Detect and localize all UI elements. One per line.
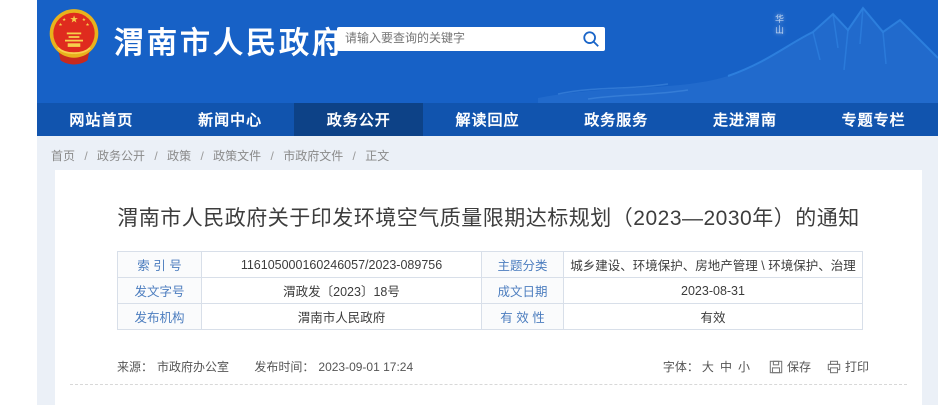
table-row: 发布机构 渭南市人民政府 有 效 性 有效 (118, 304, 863, 330)
font-size-large-button[interactable]: 大 (702, 358, 714, 375)
save-button[interactable]: 保存 (769, 358, 811, 375)
nav-item-gov-affairs[interactable]: 政务公开 (294, 103, 423, 136)
svg-text:★: ★ (58, 22, 62, 27)
breadcrumb-current: 正文 (365, 149, 389, 163)
save-floppy-icon (769, 360, 783, 374)
svg-text:★: ★ (70, 15, 79, 26)
table-row: 发文字号 渭政发〔2023〕18号 成文日期 2023-08-31 (118, 278, 863, 304)
national-emblem-icon: ★ ★ ★ ★ ★ (47, 8, 101, 71)
nav-item-home[interactable]: 网站首页 (37, 103, 166, 136)
huashan-mountain-art (538, 0, 938, 103)
breadcrumb-separator: / (271, 149, 274, 163)
breadcrumb-policy[interactable]: 政策 (167, 149, 191, 163)
nav-item-services[interactable]: 政务服务 (552, 103, 681, 136)
print-button[interactable]: 打印 (827, 358, 869, 375)
article-meta-row: 来源： 市政府办公室 发布时间： 2023-09-01 17:24 字体： 大 中 … (117, 358, 869, 375)
source-label: 来源： (117, 360, 153, 374)
validity-label: 有 效 性 (482, 304, 564, 330)
publish-time-value: 2023-09-01 17:24 (318, 360, 413, 374)
breadcrumb-separator: / (84, 149, 87, 163)
issue-date-label: 成文日期 (482, 278, 564, 304)
site-title: 渭南市人民政府 (114, 18, 345, 62)
breadcrumb: 首页 / 政务公开 / 政策 / 政策文件 / 市政府文件 / 正文 (51, 147, 389, 164)
source-value: 市政府办公室 (157, 360, 229, 374)
doc-number-value: 渭政发〔2023〕18号 (202, 278, 482, 304)
table-row: 索 引 号 116105000160246057/2023-089756 主题分… (118, 252, 863, 278)
site-header: ★ ★ ★ ★ ★ 渭南市人民政府 华山 (37, 0, 938, 103)
print-icon (827, 360, 841, 374)
article-tools: 字体： 大 中 小 保存 (663, 358, 869, 375)
breadcrumb-separator: / (353, 149, 356, 163)
source-and-time: 来源： 市政府办公室 发布时间： 2023-09-01 17:24 (117, 358, 417, 375)
breadcrumb-home[interactable]: 首页 (51, 149, 75, 163)
dotted-divider (70, 384, 907, 385)
document-info-table: 索 引 号 116105000160246057/2023-089756 主题分… (117, 251, 863, 330)
article-title: 渭南市人民政府关于印发环境空气质量限期达标规划（2023—2030年）的通知 (55, 170, 922, 232)
breadcrumb-separator: / (154, 149, 157, 163)
font-size-medium-button[interactable]: 中 (720, 358, 732, 375)
breadcrumb-policy-files[interactable]: 政策文件 (213, 149, 261, 163)
search-input[interactable] (337, 27, 573, 49)
issuing-agency-label: 发布机构 (118, 304, 202, 330)
publish-time-label: 发布时间： (254, 360, 314, 374)
article-card: 渭南市人民政府关于印发环境空气质量限期达标规划（2023—2030年）的通知 索… (55, 170, 922, 405)
nav-item-interpretation[interactable]: 解读回应 (423, 103, 552, 136)
svg-text:★: ★ (82, 17, 86, 22)
page-body: 首页 / 政务公开 / 政策 / 政策文件 / 市政府文件 / 正文 渭南市人民… (37, 136, 938, 405)
search-icon[interactable] (582, 30, 600, 48)
font-size-label: 字体： (663, 358, 699, 375)
issue-date-value: 2023-08-31 (564, 278, 863, 304)
validity-value: 有效 (564, 304, 863, 330)
nav-item-about-weinan[interactable]: 走进渭南 (681, 103, 810, 136)
index-number-value: 116105000160246057/2023-089756 (202, 252, 482, 278)
save-button-label: 保存 (787, 358, 811, 375)
nav-item-news[interactable]: 新闻中心 (166, 103, 295, 136)
topic-category-label: 主题分类 (482, 252, 564, 278)
print-button-label: 打印 (845, 358, 869, 375)
font-size-small-button[interactable]: 小 (738, 358, 750, 375)
nav-item-special-topics[interactable]: 专题专栏 (809, 103, 938, 136)
breadcrumb-gov-affairs[interactable]: 政务公开 (97, 149, 145, 163)
svg-text:★: ★ (62, 17, 66, 22)
breadcrumb-city-gov-files[interactable]: 市政府文件 (283, 149, 343, 163)
breadcrumb-separator: / (200, 149, 203, 163)
doc-number-label: 发文字号 (118, 278, 202, 304)
svg-text:★: ★ (85, 22, 89, 27)
search-box (337, 27, 605, 51)
issuing-agency-value: 渭南市人民政府 (202, 304, 482, 330)
main-nav: 网站首页 新闻中心 政务公开 解读回应 政务服务 走进渭南 专题专栏 (37, 103, 938, 136)
topic-category-value: 城乡建设、环境保护、房地产管理 \ 环境保护、治理 (564, 252, 863, 278)
index-number-label: 索 引 号 (118, 252, 202, 278)
huashan-seal-label: 华山 (773, 14, 786, 36)
home-logo-link[interactable]: ★ ★ ★ ★ ★ 渭南市人民政府 (47, 8, 345, 71)
